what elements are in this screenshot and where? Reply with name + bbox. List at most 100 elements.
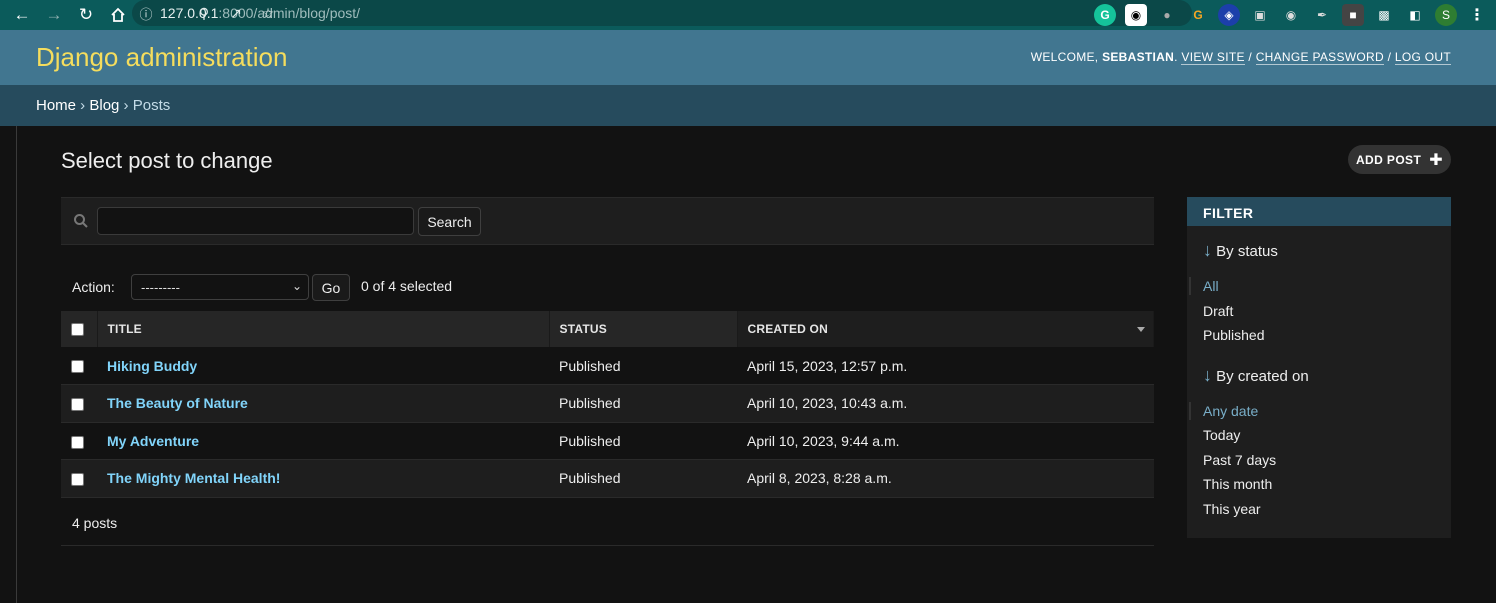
column-header-created-on[interactable]: CREATED ON [737,311,1154,347]
filter-option-draft[interactable]: Draft [1203,299,1435,324]
extension-bulb-icon[interactable]: ● [1156,4,1178,26]
post-title-link[interactable]: Hiking Buddy [107,358,197,374]
created-cell: April 10, 2023, 9:44 a.m. [737,422,1154,460]
row-select-cell [61,384,97,423]
select-all-checkbox[interactable] [71,323,84,337]
select-all-header [61,311,98,347]
back-icon[interactable]: ← [6,3,38,27]
add-post-button[interactable]: ADD POST ✚ [1348,145,1451,174]
extension-cube-icon[interactable]: ▣ [1249,4,1271,26]
side-panel-icon[interactable]: ◧ [1404,4,1426,26]
status-cell: Published [549,347,737,385]
row-checkbox[interactable] [71,398,84,412]
filter-option-all[interactable]: All [1203,274,1435,299]
row-select-cell [61,347,97,385]
chevron-down-icon: ⌄ [291,279,302,293]
home-icon[interactable] [102,3,134,27]
share-icon[interactable]: ↗ [225,2,247,24]
search-button[interactable]: Search [418,207,481,236]
zoom-icon[interactable]: ⚲ [193,2,215,24]
filter-option-published[interactable]: Published [1203,323,1435,348]
nav-sidebar-divider [16,126,17,603]
created-cell: April 15, 2023, 12:57 p.m. [737,347,1154,385]
forward-icon[interactable]: → [38,3,70,27]
site-info-icon[interactable]: ⓘ [132,4,160,23]
breadcrumb-blog[interactable]: Blog [89,97,119,114]
post-title-link[interactable]: The Beauty of Nature [107,395,248,411]
breadcrumb-home[interactable]: Home [36,97,76,114]
browser-menu-icon[interactable]: ⋮ [1466,4,1488,26]
site-branding[interactable]: Django administration [36,42,287,73]
admin-header: Django administration WELCOME, SEBASTIAN… [0,30,1496,85]
action-select[interactable]: --------- ⌄ [131,274,309,300]
extensions-puzzle-icon[interactable]: ▩ [1373,4,1395,26]
filter-option-any-date[interactable]: Any date [1203,399,1435,424]
filter-option-past-7-days[interactable]: Past 7 days [1203,448,1435,473]
post-title-link[interactable]: The Mighty Mental Health! [107,470,280,486]
view-site-link[interactable]: VIEW SITE [1181,50,1245,65]
extension-g-icon[interactable]: G [1187,4,1209,26]
row-select-cell [61,459,97,498]
search-icon [74,214,88,228]
reload-icon[interactable]: ↻ [70,3,102,27]
title-cell: The Mighty Mental Health! [97,459,549,498]
bookmark-star-icon[interactable]: ☆ [257,2,279,24]
title-cell: Hiking Buddy [97,347,549,385]
sort-desc-icon[interactable] [1137,327,1145,332]
plus-icon: ✚ [1429,151,1444,169]
filter-option-today[interactable]: Today [1203,423,1435,448]
post-title-link[interactable]: My Adventure [107,433,199,449]
filter-option-this-year[interactable]: This year [1203,497,1435,522]
row-select-cell [61,422,97,460]
status-cell: Published [549,459,737,498]
status-cell: Published [549,384,737,423]
camera-extension-icon[interactable]: ◉ [1280,4,1302,26]
changelist-filter: FILTER ↓ By status All Draft Published ↓… [1187,197,1451,538]
go-button[interactable]: Go [312,274,350,301]
profile-avatar[interactable]: S [1435,4,1457,26]
filter-created-heading[interactable]: ↓ By created on [1187,365,1451,386]
action-selected-value: --------- [141,280,180,295]
extension-eyes-icon[interactable]: ◉ [1125,4,1147,26]
extension-face-icon[interactable]: ■ [1342,4,1364,26]
table-row: The Beauty of Nature Published April 10,… [61,384,1154,423]
page-title: Select post to change [61,148,273,173]
column-header-title[interactable]: TITLE [97,311,550,347]
created-cell: April 10, 2023, 10:43 a.m. [737,384,1154,423]
filter-status-list: All Draft Published [1187,274,1451,348]
browser-toolbar: ← → ↻ ⓘ 127.0.0.1:8000/admin/blog/post/ … [0,0,1496,30]
status-cell: Published [549,422,737,460]
user-tools: WELCOME, SEBASTIAN. VIEW SITE / CHANGE P… [1030,50,1451,65]
selection-counter: 0 of 4 selected [361,278,453,294]
title-cell: My Adventure [97,422,549,460]
row-checkbox[interactable] [71,360,84,374]
action-bar: Action: --------- ⌄ Go 0 of 4 selected [61,272,661,302]
filter-created-list: Any date Today Past 7 days This month Th… [1187,399,1451,522]
created-cell: April 8, 2023, 8:28 a.m. [737,459,1154,498]
results-table: TITLE STATUS CREATED ON Hiking Buddy Pub… [61,311,1154,498]
search-input[interactable] [97,207,414,235]
table-row: The Mighty Mental Health! Published Apri… [61,459,1154,498]
arrow-down-icon: ↓ [1203,364,1212,385]
change-password-link[interactable]: CHANGE PASSWORD [1255,50,1384,65]
action-label: Action: [72,279,115,295]
breadcrumb-current: Posts [132,97,171,114]
add-post-label: ADD POST [1355,152,1422,167]
column-header-status[interactable]: STATUS [549,311,738,347]
row-checkbox[interactable] [71,473,84,487]
table-row: Hiking Buddy Published April 15, 2023, 1… [61,347,1154,385]
extension-pen-icon[interactable]: ✒ [1311,4,1333,26]
breadcrumb: Home › Blog › Posts [0,85,1496,126]
username: SEBASTIAN [1102,50,1175,64]
logout-link[interactable]: LOG OUT [1394,50,1451,65]
search-toolbar: Search [61,197,1154,245]
row-checkbox[interactable] [71,435,84,449]
filter-status-heading[interactable]: ↓ By status [1187,240,1451,261]
title-cell: The Beauty of Nature [97,384,549,423]
filter-option-this-month[interactable]: This month [1203,472,1435,497]
grammarly-extension-icon[interactable]: G [1094,4,1116,26]
filter-created-label: By created on [1216,367,1309,385]
filter-heading: FILTER [1187,197,1451,226]
extension-globe-icon[interactable]: ◈ [1218,4,1240,26]
address-bar[interactable]: ⓘ 127.0.0.1:8000/admin/blog/post/ ⚲ ↗ ☆ [132,0,1192,26]
